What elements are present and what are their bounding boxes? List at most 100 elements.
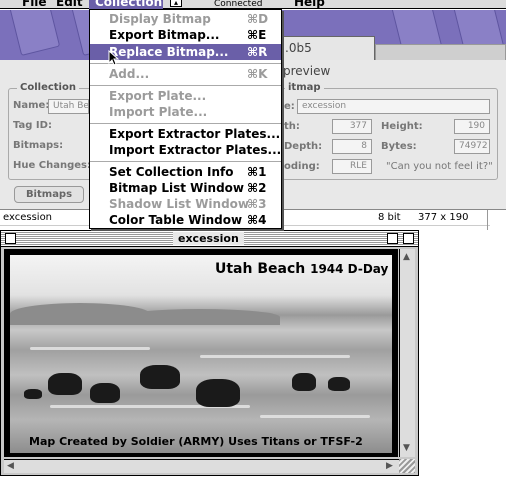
soldier-shape	[328, 377, 350, 391]
list-divider	[487, 210, 488, 230]
horizontal-scrollbar[interactable]: ◀ ▶	[4, 459, 399, 473]
height-field: 190	[454, 119, 490, 134]
window-title: excession	[173, 232, 244, 245]
depth-field: 8	[332, 139, 372, 154]
depth-label: Depth:	[284, 141, 323, 152]
menu-item-bitmap-list-window[interactable]: Bitmap List Window ⌘2	[90, 180, 281, 196]
image-caption: Map Created by Soldier (ARMY) Uses Titan…	[29, 435, 363, 448]
menu-help[interactable]: Help	[294, 0, 325, 9]
scroll-left-icon[interactable]: ◀	[7, 460, 14, 472]
menu-item-shortcut: ⌘E	[247, 28, 267, 42]
bitmap-name-field[interactable]: excession	[297, 99, 490, 114]
menu-item-shortcut: ⌘K	[247, 67, 268, 81]
collection-menu: Display Bitmap ⌘D Export Bitmap... ⌘E Repl…	[89, 9, 282, 229]
zoom-box-icon[interactable]	[387, 233, 398, 244]
hue-changes-label: Hue Changes:	[13, 160, 91, 171]
bytes-label: Bytes:	[381, 141, 417, 152]
soldier-shape	[140, 365, 180, 389]
menu-item-label: Add...	[109, 67, 150, 81]
bitmaps-tab[interactable]: Bitmaps	[14, 186, 84, 203]
image-title: Utah Beach 1944 D-Day	[215, 261, 388, 277]
menu-item-label: Shadow List Window	[109, 197, 250, 211]
window-titlebar[interactable]: excession	[1, 231, 418, 247]
image-year: 1944 D-Day	[310, 262, 389, 276]
bitmap-canvas: Utah Beach 1944 D-Day Map Created by Sol…	[4, 249, 398, 457]
menu-item-label: Color Table Window	[109, 213, 243, 227]
list-row-name: excession	[3, 212, 53, 223]
menu-item-shortcut: ⌘4	[247, 213, 267, 227]
list-row-size: 377 x 190	[418, 212, 469, 223]
bitmap-window: excession Utah Beach 1944 D-Day Map Crea…	[0, 230, 419, 476]
name-label: Name:	[13, 100, 50, 111]
encoding-field: RLE	[332, 159, 372, 174]
menu-edit[interactable]: Edit	[56, 0, 83, 9]
menu-item-color-table-window[interactable]: Color Table Window ⌘4	[90, 212, 281, 228]
menu-item-label: Import Plate...	[109, 105, 208, 119]
scroll-up-icon[interactable]: ▲	[403, 251, 410, 263]
tag-id-label: Tag ID:	[13, 120, 52, 131]
menu-item-export-bitmap[interactable]: Export Bitmap... ⌘E	[90, 27, 281, 43]
collection-name-field[interactable]: Utah Bea	[48, 99, 89, 114]
toolbar-tab	[375, 44, 506, 60]
width-field: 377	[332, 119, 372, 134]
wave-shape	[200, 355, 350, 358]
soldier-shape	[196, 379, 240, 407]
height-label: Height:	[381, 121, 423, 132]
wave-shape	[30, 347, 150, 350]
app-menu-icon[interactable]: ▴	[170, 0, 182, 7]
menu-item-shortcut: ⌘R	[247, 45, 268, 59]
landing-photo	[10, 255, 392, 453]
menu-item-export-extractor-plates[interactable]: Export Extractor Plates...	[90, 126, 281, 142]
list-row-depth: 8 bit	[378, 212, 401, 223]
menu-item-import-extractor-plates[interactable]: Import Extractor Plates...	[90, 142, 281, 158]
collection-group-title: Collection	[17, 82, 79, 93]
menu-separator	[90, 85, 281, 86]
scroll-down-icon[interactable]: ▼	[403, 442, 410, 454]
menu-item-shortcut: ⌘3	[247, 197, 267, 211]
menu-file[interactable]: File	[22, 0, 47, 9]
menu-item-shadow-list-window[interactable]: Shadow List Window ⌘3	[90, 196, 281, 212]
soldier-shape	[90, 383, 120, 403]
arrow-cursor-icon	[108, 50, 120, 66]
menu-item-label: Replace Bitmap...	[109, 45, 229, 59]
menu-item-label: Export Extractor Plates...	[109, 127, 281, 141]
menu-item-shortcut: ⌘1	[247, 165, 267, 179]
soldier-shape	[292, 373, 316, 391]
menu-item-label: Export Bitmap...	[109, 28, 220, 42]
menu-item-add[interactable]: Add... ⌘K	[90, 66, 281, 82]
menu-collection[interactable]: Collection	[89, 0, 163, 9]
menu-item-label: Display Bitmap	[109, 12, 211, 26]
menu-separator	[90, 161, 281, 162]
menu-item-set-collection-info[interactable]: Set Collection Info ⌘1	[90, 164, 281, 180]
scroll-right-icon[interactable]: ▶	[386, 460, 393, 472]
hill-shape	[120, 309, 280, 325]
width-label: th:	[284, 121, 300, 132]
bitmap-quote: "Can you not feel it?"	[386, 161, 493, 172]
vertical-scrollbar[interactable]: ▲ ▼	[399, 249, 415, 457]
menu-separator	[90, 123, 281, 124]
menu-item-label: Import Extractor Plates...	[109, 143, 282, 157]
wave-shape	[260, 415, 370, 418]
image-title-text: Utah Beach	[215, 261, 306, 277]
menu-item-label: Set Collection Info	[109, 165, 234, 179]
menu-item-shortcut: ⌘D	[247, 12, 269, 26]
menu-item-export-plate[interactable]: Export Plate...	[90, 88, 281, 104]
menu-item-shortcut: ⌘2	[247, 181, 267, 195]
version-tab: .0b5	[280, 36, 375, 61]
menu-item-label: Export Plate...	[109, 89, 207, 103]
decor-card	[7, 10, 61, 57]
menu-item-label: Bitmap List Window	[109, 181, 244, 195]
bytes-field: 74972	[454, 139, 490, 154]
collapse-box-icon[interactable]	[403, 233, 414, 244]
close-box-icon[interactable]	[5, 233, 16, 244]
soldier-shape	[24, 389, 42, 399]
resize-grip-icon[interactable]	[399, 459, 415, 473]
bitmaps-count-label: Bitmaps:	[13, 140, 64, 151]
menu-item-display-bitmap[interactable]: Display Bitmap ⌘D	[90, 11, 281, 27]
encoding-label: oding:	[284, 161, 320, 172]
bitmap-group-title: itmap	[285, 82, 324, 93]
connection-status: Connected	[214, 0, 263, 9]
menu-item-import-plate[interactable]: Import Plate...	[90, 104, 281, 120]
bitmap-name-label: e:	[284, 101, 295, 112]
soldier-shape	[48, 373, 82, 395]
